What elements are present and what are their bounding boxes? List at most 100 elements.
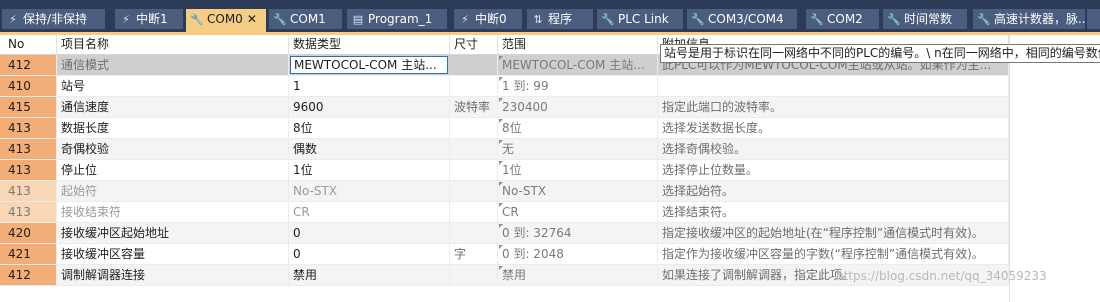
column-header-range[interactable]: 范围 — [498, 35, 658, 54]
row-range: No-STX — [498, 181, 658, 201]
tab-label: COM0 — [207, 12, 243, 26]
column-header-unit[interactable]: 尺寸 — [450, 35, 498, 54]
tab-overflow-button[interactable] — [1087, 9, 1100, 29]
table-row[interactable]: 410 站号 1 1 到: 99 — [0, 76, 1009, 97]
row-value[interactable]: No-STX — [289, 181, 450, 201]
row-range: CR — [498, 202, 658, 222]
row-number: 412 — [0, 265, 57, 285]
tab-label: Program_1 — [368, 12, 433, 26]
wrench-icon: 🔧 — [190, 13, 204, 26]
lightning-icon: ⚡ — [9, 13, 17, 26]
row-name: 站号 — [57, 76, 289, 96]
tab-program[interactable]: ⇅ 程序 — [527, 9, 593, 29]
row-value[interactable]: 0 — [289, 223, 450, 243]
tab-retain[interactable]: ⚡ 保持/非保持 — [2, 9, 105, 29]
close-icon[interactable]: ✕ — [247, 9, 257, 29]
tab-interrupt1[interactable]: ⚡ 中断1 — [115, 9, 183, 29]
row-unit: 波特率 — [450, 97, 498, 117]
tab-label: PLC Link — [618, 12, 669, 26]
column-header-no[interactable]: No — [0, 35, 57, 54]
wrench-icon: 🔧 — [601, 13, 615, 26]
watermark: https://blog.csdn.net/qq_34059233 — [836, 269, 1047, 283]
tab-com2[interactable]: 🔧 COM2 — [806, 9, 879, 29]
row-name: 接收结束符 — [57, 202, 289, 222]
row-info: 选择停止位数量。 — [658, 160, 1009, 180]
row-value[interactable]: 1 — [289, 76, 450, 96]
row-range: 0 到: 32764 — [498, 223, 658, 243]
row-name: 停止位 — [57, 160, 289, 180]
row-value[interactable]: 禁用 — [289, 265, 450, 285]
row-number: 415 — [0, 97, 57, 117]
row-value[interactable]: 8位 — [289, 118, 450, 138]
lightning-icon: ⚡ — [122, 13, 130, 26]
tooltip: 站号是用于标识在同一网络中不同的PLC的编号。\ n在同一网络中，相同的编号数值 — [660, 44, 1100, 63]
row-value[interactable]: CR — [289, 202, 450, 222]
row-number: 413 — [0, 202, 57, 222]
row-unit — [450, 223, 498, 243]
row-range: 0 到: 2048 — [498, 244, 658, 264]
row-value[interactable]: 9600 — [289, 97, 450, 117]
tab-label: COM2 — [827, 12, 863, 26]
table-row[interactable]: 413 停止位 1位 1位 选择停止位数量。 — [0, 160, 1009, 181]
tab-com0[interactable]: 🔧 COM0 ✕ — [186, 9, 266, 32]
row-name: 接收缓冲区起始地址 — [57, 223, 289, 243]
row-unit — [450, 265, 498, 285]
value-edit-field[interactable]: MEWTOCOL-COM 主站... — [290, 56, 448, 74]
row-number: 412 — [0, 55, 57, 75]
program-icon: ⇅ — [533, 13, 543, 26]
wrench-icon: 🔧 — [977, 13, 991, 26]
table-row[interactable]: 413 数据长度 8位 8位 选择发送数据长度。 — [0, 118, 1009, 139]
row-unit — [450, 118, 498, 138]
tab-com1[interactable]: 🔧 COM1 — [269, 9, 342, 29]
tab-com3-com4[interactable]: 🔧 COM3/COM4 — [687, 9, 797, 29]
row-range: MEWTOCOL-COM 主站... — [498, 55, 658, 75]
row-info: 指定此端口的波特率。 — [658, 97, 1009, 117]
wrench-icon: 🔧 — [273, 13, 287, 26]
row-unit — [450, 160, 498, 180]
row-number: 420 — [0, 223, 57, 243]
column-header-value[interactable]: 数据类型 — [289, 35, 450, 54]
table-row[interactable]: 413 奇偶校验 偶数 无 选择奇偶校验。 — [0, 139, 1009, 160]
tab-high-speed-counter[interactable]: 🔧 高速计数器，脉... — [973, 9, 1085, 29]
table-row[interactable]: 413 起始符 No-STX No-STX 选择起始符。 — [0, 181, 1009, 202]
table-row[interactable]: 415 通信速度 9600 波特率 230400 指定此端口的波特率。 — [0, 97, 1009, 118]
row-unit — [450, 55, 498, 75]
table-row[interactable]: 421 接收缓冲区容量 0 字 0 到: 2048 指定作为接收缓冲区容量的字数… — [0, 244, 1009, 265]
table-row[interactable]: 420 接收缓冲区起始地址 0 0 到: 32764 指定接收缓冲区的起始地址(… — [0, 223, 1009, 244]
row-number: 410 — [0, 76, 57, 96]
row-info: 选择发送数据长度。 — [658, 118, 1009, 138]
tab-interrupt0[interactable]: ⚡ 中断0 — [454, 9, 522, 29]
wrench-icon: 🔧 — [810, 13, 824, 26]
table-row[interactable]: 413 接收结束符 CR CR 选择结束符。 — [0, 202, 1009, 223]
row-info: 选择结束符。 — [658, 202, 1009, 222]
tab-label: 中断0 — [475, 12, 507, 26]
row-number: 413 — [0, 160, 57, 180]
row-info: 指定作为接收缓冲区容量的字数(“程序控制”通信模式有效)。 — [658, 244, 1009, 264]
tab-plc-link[interactable]: 🔧 PLC Link — [597, 9, 683, 29]
row-range: 8位 — [498, 118, 658, 138]
tab-label: COM3/COM4 — [708, 12, 784, 26]
row-value[interactable]: 偶数 — [289, 139, 450, 159]
document-icon: ▤ — [352, 13, 364, 26]
row-info: 指定接收缓冲区的起始地址(在“程序控制”通信模式时有效)。 — [658, 223, 1009, 243]
grid-right-edge — [1009, 35, 1010, 302]
document-tab-bar: ⚡ 保持/非保持 ⚡ 中断1 🔧 COM0 ✕ 🔧 COM1 ▤ Program_1 ⚡ 中断… — [0, 0, 1100, 32]
row-number: 413 — [0, 118, 57, 138]
column-header-name[interactable]: 项目名称 — [57, 35, 289, 54]
row-unit — [450, 181, 498, 201]
tab-label: 高速计数器，脉... — [994, 12, 1085, 26]
tab-program1[interactable]: ▤ Program_1 — [347, 9, 447, 29]
tab-label: 时间常数 — [904, 12, 953, 26]
wrench-icon: 🔧 — [887, 13, 901, 26]
tab-label: 保持/非保持 — [23, 12, 88, 26]
row-unit — [450, 76, 498, 96]
row-value[interactable]: 1位 — [289, 160, 450, 180]
row-value[interactable]: 0 — [289, 244, 450, 264]
row-unit: 字 — [450, 244, 498, 264]
row-name: 接收缓冲区容量 — [57, 244, 289, 264]
parameter-grid: No 项目名称 数据类型 尺寸 范围 附加信息 412 通信模式 MEWTOCO… — [0, 35, 1100, 302]
tab-time-constant[interactable]: 🔧 时间常数 — [883, 9, 967, 29]
row-name: 通信模式 — [57, 55, 289, 75]
row-name: 数据长度 — [57, 118, 289, 138]
row-unit — [450, 139, 498, 159]
